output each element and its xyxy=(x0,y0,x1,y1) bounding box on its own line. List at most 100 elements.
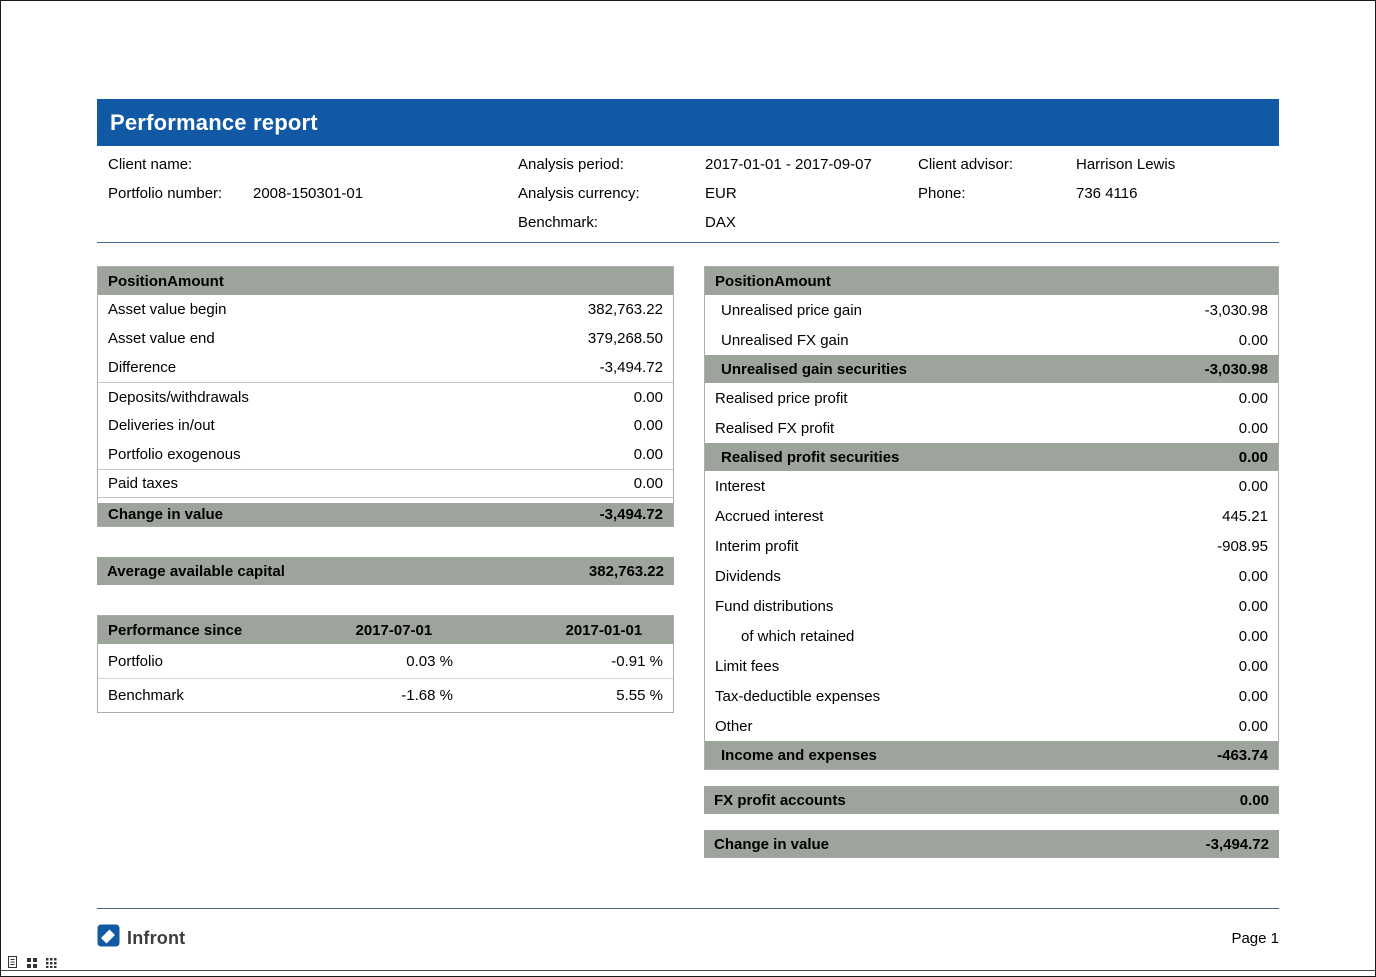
benchmark-label: Benchmark: xyxy=(518,214,598,231)
row-label: Unrealised FX gain xyxy=(715,332,1239,349)
column-header-position: Position xyxy=(108,273,167,290)
table-row: Interim profit -908.95 xyxy=(705,531,1278,561)
table-header-row: Position Amount xyxy=(98,267,673,295)
row-label: Benchmark xyxy=(108,687,263,704)
table-row: Limit fees 0.00 xyxy=(705,651,1278,681)
table-header-row: Performance since 2017-07-01 2017-01-01 xyxy=(98,616,673,644)
portfolio-number-value: 2008-150301-01 xyxy=(253,185,363,202)
row-value: 0.00 xyxy=(1239,478,1268,495)
grid-view-icon[interactable] xyxy=(26,956,38,968)
table-header-row: Position Amount xyxy=(705,267,1278,295)
row-label: Difference xyxy=(108,359,600,376)
row-label: Average available capital xyxy=(107,563,589,580)
statusbar xyxy=(1,954,1375,971)
asset-value-table: Position Amount Asset value begin 382,76… xyxy=(97,266,674,527)
row-label: Fund distributions xyxy=(715,598,1239,615)
row-label: Change in value xyxy=(108,506,600,523)
row-label: Interest xyxy=(715,478,1239,495)
report-meta: Client name: Portfolio number: 2008-1503… xyxy=(97,146,1279,242)
table-row: Asset value end 379,268.50 xyxy=(98,324,673,353)
table-row: Portfolio exogenous 0.00 xyxy=(98,440,673,469)
row-value: 0.00 xyxy=(1239,628,1268,645)
infront-logo-icon xyxy=(97,924,120,952)
row-value: 0.00 xyxy=(1239,688,1268,705)
row-value: 5.55 % xyxy=(453,687,663,704)
table-row: Accrued interest 445.21 xyxy=(705,501,1278,531)
table-row: Realised FX profit 0.00 xyxy=(705,413,1278,443)
row-value: 0.00 xyxy=(634,475,663,492)
analysis-currency-value: EUR xyxy=(705,185,737,202)
report-title-banner: Performance report xyxy=(97,99,1279,146)
column-header-position: Position xyxy=(715,273,774,290)
row-label: Interim profit xyxy=(715,538,1217,555)
row-label: Deposits/withdrawals xyxy=(108,389,634,406)
table-row: Unrealised FX gain 0.00 xyxy=(705,325,1278,355)
table-row: Asset value begin 382,763.22 xyxy=(98,295,673,324)
left-column: Position Amount Asset value begin 382,76… xyxy=(97,266,674,713)
table-row: Deliveries in/out 0.00 xyxy=(98,411,673,440)
page-view-icon[interactable] xyxy=(7,956,19,968)
table-row: Realised price profit 0.00 xyxy=(705,383,1278,413)
phone-label: Phone: xyxy=(918,185,966,202)
report-viewer: Performance report Client name: Portfoli… xyxy=(0,0,1376,977)
table-total-row: Change in value -3,494.72 xyxy=(98,498,673,526)
row-value: 0.00 xyxy=(634,417,663,434)
row-value: -463.74 xyxy=(1217,747,1268,764)
thumbnails-view-icon[interactable] xyxy=(45,956,57,968)
row-value: 0.00 xyxy=(634,446,663,463)
row-value: 0.00 xyxy=(1239,718,1268,735)
row-value: -3,494.72 xyxy=(1206,836,1269,853)
row-value: 0.00 xyxy=(634,389,663,406)
portfolio-number-label: Portfolio number: xyxy=(108,185,222,202)
row-label: Realised price profit xyxy=(715,390,1239,407)
row-label: Unrealised gain securities xyxy=(715,361,1205,378)
table-row: Interest 0.00 xyxy=(705,471,1278,501)
row-label: Asset value end xyxy=(108,330,588,347)
row-value: 0.00 xyxy=(1240,792,1269,809)
row-value: 0.00 xyxy=(1239,658,1268,675)
benchmark-value: DAX xyxy=(705,214,736,231)
row-label: Realised FX profit xyxy=(715,420,1239,437)
table-total-row: Realised profit securities 0.00 xyxy=(705,443,1278,471)
analysis-currency-label: Analysis currency: xyxy=(518,185,640,202)
row-value: 445.21 xyxy=(1222,508,1268,525)
row-label: Tax-deductible expenses xyxy=(715,688,1239,705)
footer: Infront Page 1 xyxy=(97,909,1279,953)
phone-value: 736 4116 xyxy=(1076,185,1137,202)
row-label: Accrued interest xyxy=(715,508,1222,525)
fx-profit-accounts-bar: FX profit accounts 0.00 xyxy=(704,786,1279,814)
page-title: Performance report xyxy=(110,110,318,136)
table-row: Fund distributions 0.00 xyxy=(705,591,1278,621)
column-header-performance: Performance since xyxy=(108,622,242,639)
row-value: 0.00 xyxy=(1239,332,1268,349)
table-row: Paid taxes 0.00 xyxy=(98,469,673,498)
row-value: 0.00 xyxy=(1239,568,1268,585)
row-label: of which retained xyxy=(715,628,1239,645)
table-row: Benchmark -1.68 % 5.55 % xyxy=(98,678,673,712)
client-advisor-value: Harrison Lewis xyxy=(1076,156,1175,173)
row-label: Portfolio xyxy=(108,653,263,670)
client-advisor-label: Client advisor: xyxy=(918,156,1013,173)
row-value: -0.91 % xyxy=(453,653,663,670)
row-label: Portfolio exogenous xyxy=(108,446,634,463)
average-capital-bar: Average available capital 382,763.22 xyxy=(97,557,674,585)
row-value: 382,763.22 xyxy=(589,563,664,580)
report-page: Performance report Client name: Portfoli… xyxy=(97,99,1279,953)
row-value: -3,030.98 xyxy=(1205,361,1268,378)
row-value: 0.03 % xyxy=(263,653,453,670)
row-value: 0.00 xyxy=(1239,390,1268,407)
table-row: Unrealised price gain -3,030.98 xyxy=(705,295,1278,325)
row-label: Paid taxes xyxy=(108,475,634,492)
table-total-row: Unrealised gain securities -3,030.98 xyxy=(705,355,1278,383)
column-header-date-1: 2017-07-01 xyxy=(242,622,432,639)
row-value: 0.00 xyxy=(1239,420,1268,437)
table-row: Other 0.00 xyxy=(705,711,1278,741)
table-row: Difference -3,494.72 xyxy=(98,353,673,382)
table-row: Deposits/withdrawals 0.00 xyxy=(98,382,673,411)
table-row: Portfolio 0.03 % -0.91 % xyxy=(98,644,673,678)
row-value: -1.68 % xyxy=(263,687,453,704)
analysis-period-label: Analysis period: xyxy=(518,156,624,173)
row-value: 379,268.50 xyxy=(588,330,663,347)
row-label: FX profit accounts xyxy=(714,792,1240,809)
analysis-period-value: 2017-01-01 - 2017-09-07 xyxy=(705,156,872,173)
